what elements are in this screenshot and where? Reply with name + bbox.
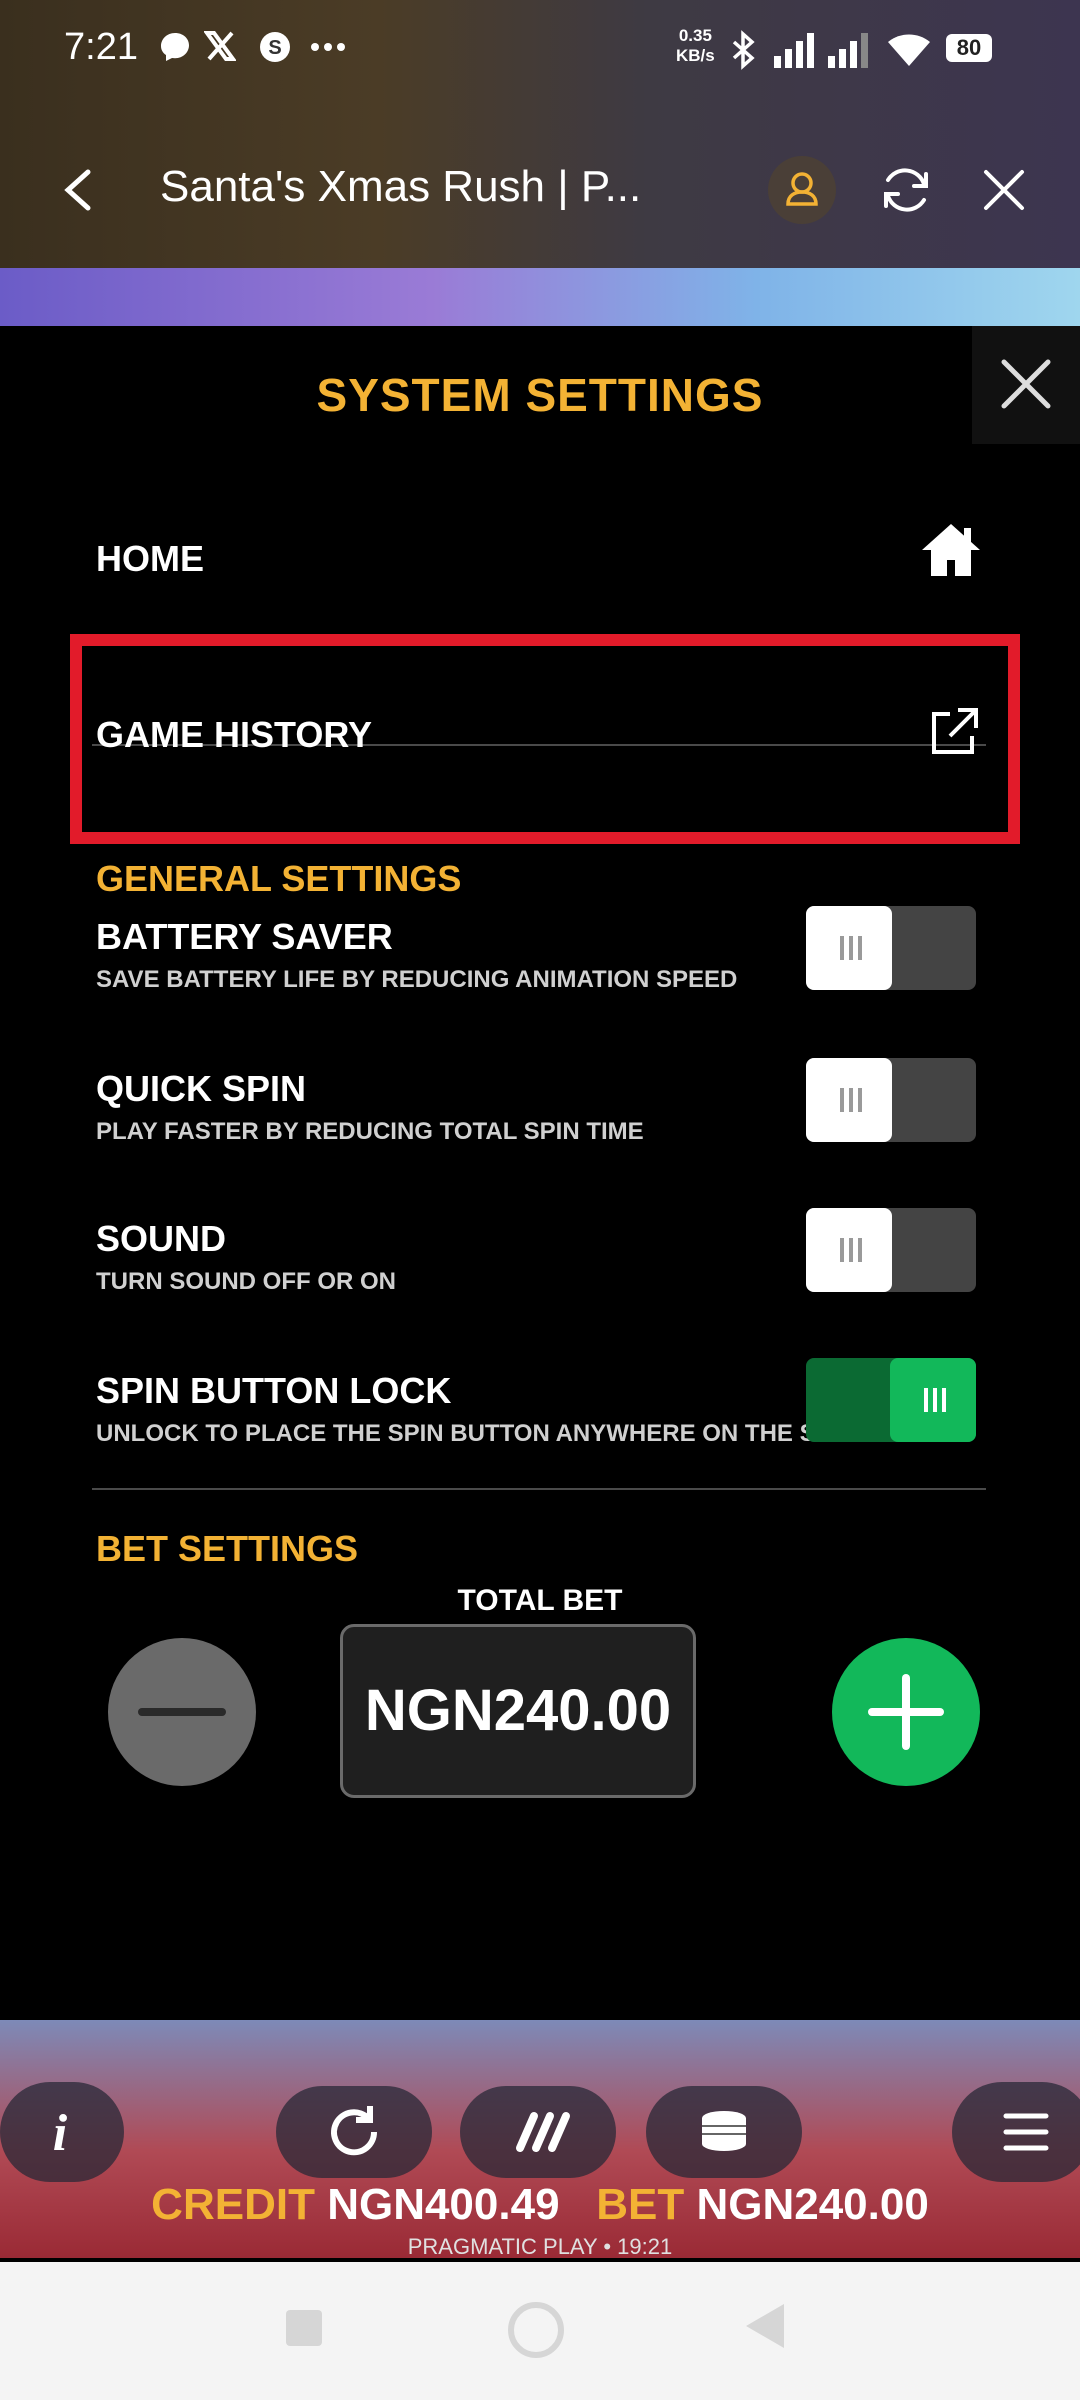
more-dots-icon [310, 30, 346, 73]
home-nav-icon[interactable] [508, 2302, 564, 2358]
quick-spin-toggle[interactable] [806, 1058, 976, 1142]
credit-value: NGN400.49 [327, 2180, 560, 2229]
total-bet-label: TOTAL BET [457, 1584, 623, 1617]
home-label[interactable]: HOME [96, 538, 204, 580]
game-control-bar: i CREDIT NGN400.49 BET NGN240.00 PRAGMAT… [0, 2020, 1080, 2259]
toggle-knob [890, 1358, 976, 1442]
signal-icon-2 [826, 30, 872, 79]
bluetooth-icon [728, 30, 758, 79]
back-nav-icon[interactable] [746, 2304, 784, 2348]
general-settings-heading: GENERAL SETTINGS [96, 858, 462, 899]
page-title: Santa's Xmas Rush | P... [160, 162, 642, 211]
s-app-icon: S [258, 30, 292, 73]
toggle-knob [806, 906, 892, 990]
menu-button[interactable] [952, 2082, 1080, 2182]
battery-saver-toggle[interactable] [806, 906, 976, 990]
quick-spin-label: QUICK SPIN [96, 1068, 307, 1109]
system-nav-bar [0, 2262, 1080, 2400]
game-canvas: SYSTEM SETTINGS HOME GAME HISTORY GENERA… [0, 268, 1080, 2259]
credit-bet-line: CREDIT NGN400.49 BET NGN240.00 [0, 2180, 1080, 2230]
net-speed: 0.35 KB/s [676, 26, 715, 66]
user-icon[interactable] [768, 156, 836, 224]
increase-bet-button[interactable] [832, 1638, 980, 1786]
settings-title: SYSTEM SETTINGS [316, 369, 764, 421]
svg-text:S: S [268, 37, 281, 59]
decrease-bet-button[interactable] [108, 1638, 256, 1786]
provider-footer: PRAGMATIC PLAY • 19:21 [407, 2234, 673, 2259]
svg-text:i: i [53, 2105, 68, 2162]
sound-toggle[interactable] [806, 1208, 976, 1292]
wifi-icon [886, 30, 932, 79]
spin-button-lock-label: SPIN BUTTON LOCK [96, 1370, 452, 1411]
close-icon[interactable] [972, 158, 1036, 222]
refresh-icon[interactable] [874, 158, 938, 222]
credit-label: CREDIT [151, 2180, 315, 2229]
back-icon[interactable] [50, 160, 110, 220]
browser-toolbar: Santa's Xmas Rush | P... [0, 140, 1080, 240]
turbo-spin-button[interactable] [460, 2086, 616, 2178]
sound-label: SOUND [96, 1218, 227, 1259]
status-bar: 7:21 S 0.35 KB/s 80 [0, 0, 1080, 100]
status-time: 7:21 [64, 26, 138, 68]
toggle-knob [806, 1058, 892, 1142]
signal-icon [772, 30, 818, 79]
game-history-highlight [70, 634, 1020, 844]
battery-saver-desc: SAVE BATTERY LIFE BY REDUCING ANIMATION … [96, 966, 738, 993]
net-speed-unit: KB/s [676, 46, 715, 65]
top-header: 7:21 S 0.35 KB/s 80 Santa's Xmas Rush | … [0, 0, 1080, 268]
messenger-icon [158, 30, 192, 73]
home-icon[interactable] [918, 518, 984, 584]
quick-spin-desc: PLAY FASTER BY REDUCING TOTAL SPIN TIME [96, 1118, 644, 1145]
bet-settings-heading: BET SETTINGS [96, 1528, 359, 1569]
x-icon [203, 30, 237, 71]
autoplay-button[interactable] [276, 2086, 432, 2178]
battery-icon: 80 [946, 34, 992, 62]
recents-icon[interactable] [286, 2310, 322, 2346]
bet-coins-button[interactable] [646, 2086, 802, 2178]
sound-desc: TURN SOUND OFF OR ON [96, 1268, 396, 1295]
toggle-knob [806, 1208, 892, 1292]
game-header-strip [0, 268, 1080, 326]
spin-button-lock-desc: UNLOCK TO PLACE THE SPIN BUTTON ANYWHERE… [96, 1420, 900, 1447]
total-bet-value: NGN240.00 [340, 1624, 696, 1798]
spin-button-lock-toggle[interactable] [806, 1358, 976, 1442]
system-settings-panel: SYSTEM SETTINGS HOME GAME HISTORY GENERA… [0, 326, 1080, 2066]
settings-divider [92, 1488, 986, 1490]
info-button[interactable]: i [0, 2082, 124, 2182]
battery-saver-label: BATTERY SAVER [96, 916, 393, 957]
net-speed-value: 0.35 [678, 26, 712, 45]
bet-label: BET [596, 2180, 685, 2229]
bet-value: NGN240.00 [696, 2180, 929, 2229]
